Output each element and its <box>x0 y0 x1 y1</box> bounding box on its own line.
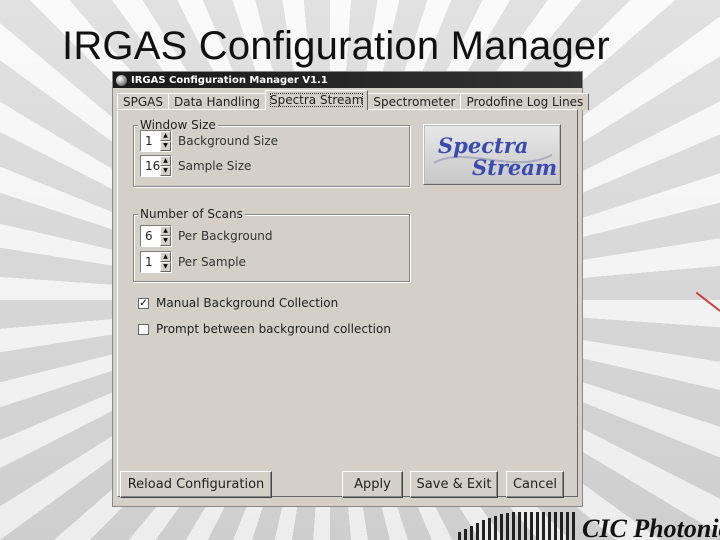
logo-text-line2: Stream <box>472 155 557 180</box>
sample-size-label: Sample Size <box>178 159 252 173</box>
sample-size-value[interactable]: 16 <box>141 156 160 176</box>
sample-size-row: 16 ▲ ▼ Sample Size <box>140 155 251 177</box>
background-size-row: 1 ▲ ▼ Background Size <box>140 130 278 152</box>
per-sample-row: 1 ▲ ▼ Per Sample <box>140 251 246 273</box>
window-title: IRGAS Configuration Manager V1.1 <box>131 74 328 86</box>
spin-up-icon[interactable]: ▲ <box>160 252 171 262</box>
cic-photonics-logo: CIC Photonics <box>458 508 720 540</box>
background-size-value[interactable]: 1 <box>141 131 160 151</box>
per-sample-spinner[interactable]: 1 ▲ ▼ <box>140 251 172 273</box>
prompt-background-checkbox[interactable] <box>138 323 149 335</box>
spin-up-icon[interactable]: ▲ <box>160 226 171 236</box>
tab-spectrometer[interactable]: Spectrometer <box>367 93 462 110</box>
spin-down-icon[interactable]: ▼ <box>160 262 171 272</box>
background-size-spinner[interactable]: 1 ▲ ▼ <box>140 130 172 152</box>
spin-up-icon[interactable]: ▲ <box>160 156 171 166</box>
prompt-background-row[interactable]: Prompt between background collection <box>138 322 391 336</box>
config-manager-window: IRGAS Configuration Manager V1.1 SPGAS D… <box>112 71 590 507</box>
number-of-scans-label: Number of Scans <box>138 207 245 221</box>
number-of-scans-group: Number of Scans 6 ▲ ▼ Per Background 1 ▲… <box>133 207 410 282</box>
per-background-value[interactable]: 6 <box>141 226 160 246</box>
apply-button[interactable]: Apply <box>342 471 403 498</box>
cancel-button[interactable]: Cancel <box>506 471 564 498</box>
window-size-group: Window Size 1 ▲ ▼ Background Size 16 ▲ ▼ <box>133 118 410 187</box>
app-icon <box>116 74 127 86</box>
spectra-stream-panel: Window Size 1 ▲ ▼ Background Size 16 ▲ ▼ <box>117 109 578 497</box>
window-titlebar[interactable]: IRGAS Configuration Manager V1.1 <box>113 72 582 88</box>
tab-data-handling[interactable]: Data Handling <box>167 93 266 110</box>
spectra-stream-logo-icon: Spectra Stream <box>433 133 557 180</box>
per-sample-label: Per Sample <box>178 255 246 269</box>
manual-background-row[interactable]: ✓ Manual Background Collection <box>138 296 338 310</box>
per-background-row: 6 ▲ ▼ Per Background <box>140 225 273 247</box>
background-size-label: Background Size <box>178 134 279 148</box>
spin-down-icon[interactable]: ▼ <box>160 166 171 176</box>
per-sample-value[interactable]: 1 <box>141 252 160 272</box>
per-background-spinner[interactable]: 6 ▲ ▼ <box>140 225 172 247</box>
manual-background-label[interactable]: Manual Background Collection <box>156 296 338 310</box>
spin-up-icon[interactable]: ▲ <box>160 131 171 141</box>
slide-title: IRGAS Configuration Manager <box>62 24 610 68</box>
footer-brand-text: CIC Photonics <box>582 514 720 540</box>
tab-spectra-stream[interactable]: Spectra Stream <box>264 90 369 110</box>
per-background-label: Per Background <box>178 229 273 243</box>
sample-size-spinner[interactable]: 16 ▲ ▼ <box>140 155 172 177</box>
spectra-stream-logo: Spectra Stream <box>423 124 561 185</box>
cic-photonics-logo-icon: CIC Photonics <box>458 512 720 540</box>
manual-background-checkbox[interactable]: ✓ <box>138 297 149 309</box>
prompt-background-label[interactable]: Prompt between background collection <box>156 322 391 336</box>
tab-spgas[interactable]: SPGAS <box>117 93 169 110</box>
spin-down-icon[interactable]: ▼ <box>160 141 171 151</box>
tab-strip: SPGAS Data Handling Spectra Stream Spect… <box>117 90 590 110</box>
reload-configuration-button[interactable]: Reload Configuration <box>120 471 272 498</box>
spin-down-icon[interactable]: ▼ <box>160 236 171 246</box>
save-exit-button[interactable]: Save & Exit <box>410 471 498 498</box>
tab-prodofine-log-lines[interactable]: Prodofine Log Lines <box>460 93 590 110</box>
